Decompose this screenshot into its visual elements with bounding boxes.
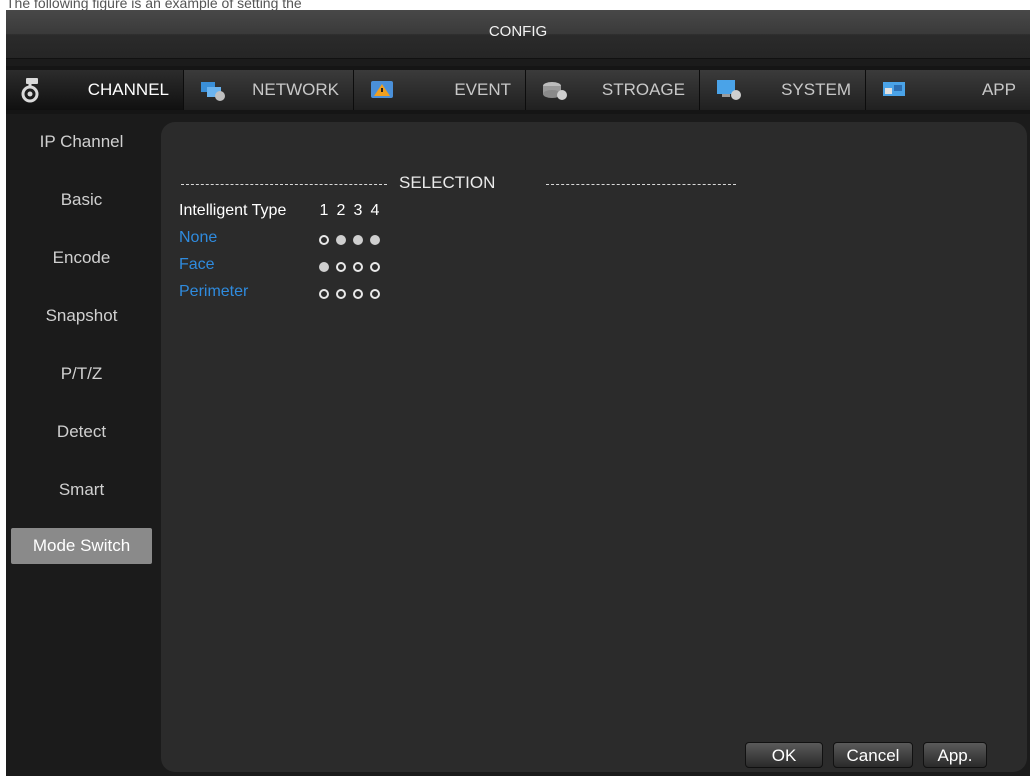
app-icon — [883, 82, 905, 96]
radio-perimeter-ch2[interactable] — [336, 289, 346, 299]
radio-face-ch1[interactable] — [319, 262, 329, 272]
tab-channel-label: CHANNEL — [87, 80, 169, 99]
ok-button[interactable]: OK — [745, 742, 823, 768]
page-caption: The following figure is an example of se… — [6, 0, 302, 10]
sidebar: IP Channel Basic Encode Snapshot P/T/Z D… — [6, 120, 158, 770]
radio-none-ch4[interactable] — [370, 235, 380, 245]
sidebar-item-ip-channel[interactable]: IP Channel — [11, 124, 152, 160]
tab-bar: CHANNEL NETWORK EVENT STROAGE SYSTEM APP — [6, 66, 1030, 114]
system-icon — [717, 80, 741, 100]
radio-perimeter-ch3[interactable] — [353, 289, 363, 299]
radio-perimeter-ch1[interactable] — [319, 289, 329, 299]
tab-storage-label: STROAGE — [601, 80, 685, 99]
content-panel: SELECTION Intelligent Type 1 2 3 4 None … — [161, 122, 1027, 772]
tab-channel[interactable]: CHANNEL — [6, 70, 184, 110]
radio-none-ch2[interactable] — [336, 235, 346, 245]
type-label-face: Face — [179, 256, 215, 273]
apply-button[interactable]: App. — [923, 742, 987, 768]
channel-4-header: 4 — [370, 202, 380, 219]
tab-storage[interactable]: STROAGE — [526, 70, 700, 110]
sidebar-item-encode[interactable]: Encode — [11, 240, 152, 276]
sidebar-item-snapshot[interactable]: Snapshot — [11, 298, 152, 334]
tab-system-label: SYSTEM — [781, 80, 851, 99]
sidebar-item-ptz[interactable]: P/T/Z — [11, 356, 152, 392]
selection-divider-left — [181, 184, 387, 185]
cancel-button[interactable]: Cancel — [833, 742, 913, 768]
tab-network[interactable]: NETWORK — [184, 70, 354, 110]
intelligent-type-header: Intelligent Type — [179, 202, 287, 219]
tab-app-label: APP — [981, 80, 1016, 99]
sidebar-item-mode-switch[interactable]: Mode Switch — [11, 528, 152, 564]
channel-3-header: 3 — [353, 202, 363, 219]
tab-app[interactable]: APP — [866, 70, 1030, 110]
selection-divider-right — [546, 184, 736, 185]
window-title: CONFIG — [488, 23, 548, 40]
type-label-none: None — [179, 229, 218, 246]
radio-perimeter-ch4[interactable] — [370, 289, 380, 299]
radio-face-ch3[interactable] — [353, 262, 363, 272]
radio-none-ch3[interactable] — [353, 235, 363, 245]
radio-face-ch2[interactable] — [336, 262, 346, 272]
network-icon — [201, 82, 225, 101]
config-window: CONFIG CHANNEL NETWORK EVENT STROAGE SYS… — [6, 10, 1030, 776]
event-icon — [371, 81, 393, 98]
selection-title: SELECTION — [399, 173, 496, 192]
channel-gear-icon — [21, 78, 39, 103]
tab-network-label: NETWORK — [252, 80, 339, 99]
storage-icon — [543, 82, 567, 100]
channel-2-header: 2 — [336, 202, 346, 219]
tab-system[interactable]: SYSTEM — [700, 70, 866, 110]
sidebar-item-detect[interactable]: Detect — [11, 414, 152, 450]
radio-face-ch4[interactable] — [370, 262, 380, 272]
title-bar: CONFIG — [6, 10, 1030, 59]
radio-none-ch1[interactable] — [319, 235, 329, 245]
tab-event-label: EVENT — [454, 80, 511, 99]
sidebar-item-basic[interactable]: Basic — [11, 182, 152, 218]
type-label-perimeter: Perimeter — [179, 283, 249, 300]
tab-event[interactable]: EVENT — [354, 70, 526, 110]
sidebar-item-smart[interactable]: Smart — [11, 472, 152, 508]
channel-1-header: 1 — [319, 202, 329, 219]
